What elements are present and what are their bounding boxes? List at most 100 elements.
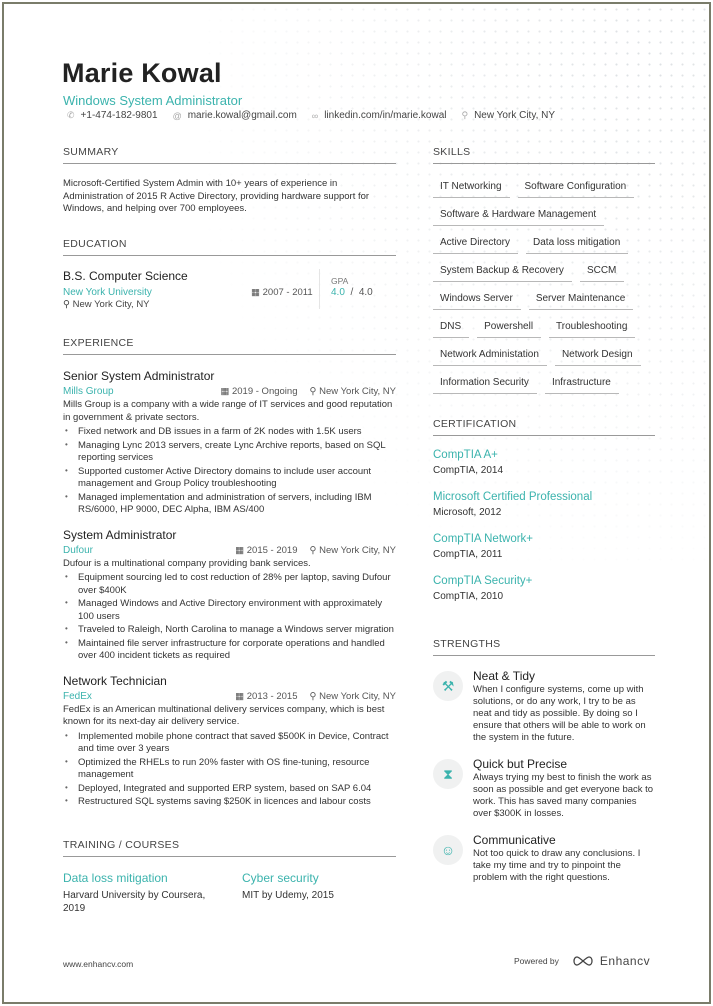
strengths-section: STRENGTHS ⚒ Neat & Tidy When I configure…	[433, 638, 655, 884]
strength-text: Always trying my best to finish the work…	[473, 772, 654, 819]
job-description: FedEx is an American multinational deliv…	[63, 703, 385, 728]
cert-item: CompTIA Security+ CompTIA, 2010	[433, 575, 655, 602]
job-bullets: Implemented mobile phone contract that s…	[63, 730, 396, 809]
contact-phone[interactable]: ✆ +1-474-182-9801	[67, 110, 158, 121]
job-description: Mills Group is a company with a wide ran…	[63, 399, 393, 423]
education-degree: B.S. Computer Science	[63, 269, 188, 283]
link-icon: ∞	[311, 110, 319, 121]
cert-title: Microsoft Certified Professional	[433, 491, 593, 503]
gpa-label: GPA	[331, 276, 349, 286]
cert-subtitle: Microsoft, 2012	[433, 507, 502, 518]
cert-title: CompTIA Network+	[433, 533, 534, 545]
job-bullet: Fixed network and DB issues in a farm of…	[63, 425, 396, 439]
job-location: ⚲ New York City, NY	[309, 545, 396, 556]
summary-heading: SUMMARY	[63, 146, 396, 164]
candidate-title: Windows System Administrator	[63, 93, 243, 108]
brand-logo[interactable]: Enhancv	[571, 954, 650, 968]
phone-text: +1-474-182-9801	[80, 110, 158, 121]
job-bullet: Maintained file server infrastructure fo…	[63, 637, 396, 663]
training-section: TRAINING / COURSES Data loss mitigation …	[63, 839, 396, 915]
contact-location: ⚲ New York City, NY	[461, 110, 555, 121]
calendar-icon: ▦	[220, 386, 232, 397]
education-dates-text: 2007 - 2011	[262, 287, 313, 298]
job-bullet: Implemented mobile phone contract that s…	[63, 730, 396, 756]
skill-tag: Network Design	[554, 347, 641, 366]
training-title: Data loss mitigation	[63, 871, 168, 885]
job-bullet: Managed Windows and Active Directory env…	[63, 597, 396, 623]
job-bullet: Equipment sourcing led to cost reduction…	[63, 571, 396, 597]
experience-section: EXPERIENCE Senior System Administrator M…	[63, 337, 396, 810]
skill-tag: Data loss mitigation	[526, 235, 629, 254]
strength-title: Quick but Precise	[473, 757, 568, 771]
contact-email[interactable]: @ marie.kowal@gmail.com	[173, 110, 297, 121]
phone-icon: ✆	[67, 110, 75, 120]
gpa-separator: /	[350, 287, 354, 298]
location-icon: ⚲	[309, 544, 320, 556]
strength-title: Neat & Tidy	[473, 669, 536, 683]
job-location-text: New York City, NY	[319, 386, 396, 397]
summary-text: Microsoft-Certified System Admin with 10…	[63, 178, 370, 214]
skill-tag: Powershell	[477, 319, 542, 338]
job-location-text: New York City, NY	[319, 544, 396, 556]
job-location: ⚲ New York City, NY	[309, 386, 396, 397]
education-location: ⚲ New York City, NY	[63, 299, 150, 310]
resume-page: Marie Kowal Windows System Administrator…	[2, 2, 711, 1004]
skill-tag: DNS	[433, 319, 470, 338]
job-company: Dufour	[63, 544, 94, 556]
strength-text: When I configure systems, come up with s…	[473, 684, 646, 743]
job-bullet: Supported customer Active Directory doma…	[63, 465, 396, 491]
skill-tag: Information Security	[433, 375, 537, 394]
job-dates: ▦ 2013 - 2015	[235, 691, 297, 702]
job-bullet: Restructured SQL systems saving $250K in…	[63, 795, 396, 809]
cert-subtitle: CompTIA, 2011	[433, 549, 503, 560]
strength-text: Not too quick to draw any conclusions. I…	[473, 848, 641, 883]
job-dates-text: 2013 - 2015	[246, 690, 298, 702]
skills-section: SKILLS IT Networking Software Configurat…	[433, 146, 655, 394]
job-bullet: Traveled to Raleigh, North Carolina to m…	[63, 623, 396, 637]
tools-icon: ⚒	[433, 671, 463, 701]
strengths-heading: STRENGTHS	[433, 638, 655, 656]
certification-section: CERTIFICATION CompTIA A+ CompTIA, 2014 M…	[433, 418, 655, 602]
job-bullet: Managing Lync 2013 servers, create Lync …	[63, 439, 396, 465]
job-bullet: Optimized the RHELs to run 20% faster wi…	[63, 756, 396, 782]
skill-tag: Software & Hardware Management	[433, 207, 605, 226]
cert-subtitle: CompTIA, 2014	[433, 465, 504, 476]
location-text: New York City, NY	[474, 110, 556, 121]
gpa-value: 4.0 / 4.0	[331, 287, 373, 298]
job-company: FedEx	[63, 690, 92, 702]
skill-tag: Active Directory	[433, 235, 519, 254]
speech-icon: ☺	[433, 835, 463, 865]
education-heading: EDUCATION	[63, 238, 396, 256]
job-entry: Network Technician FedEx ▦ 2013 - 2015 ⚲…	[63, 674, 396, 809]
location-icon: ⚲	[309, 386, 320, 397]
training-subtitle: Harvard University by Coursera, 2019	[63, 890, 206, 914]
cert-item: Microsoft Certified Professional Microso…	[433, 491, 655, 518]
education-entry: B.S. Computer Science New York Universit…	[63, 269, 396, 329]
education-section: EDUCATION B.S. Computer Science New York…	[63, 238, 396, 329]
training-item: Cyber security MIT by Udemy, 2015	[242, 871, 334, 915]
job-dates-text: 2019 - Ongoing	[231, 386, 298, 397]
job-bullet: Managed implementation and administratio…	[63, 491, 396, 517]
calendar-icon: ▦	[251, 287, 263, 298]
footer-powered-by: Powered by Enhancv	[514, 954, 650, 968]
gpa-score: 4.0	[331, 287, 345, 298]
gpa-max: 4.0	[358, 287, 373, 298]
education-school: New York University	[63, 287, 152, 298]
job-description: Dufour is a multinational company provid…	[63, 557, 311, 569]
skill-tag: Windows Server	[433, 291, 521, 310]
training-subtitle: MIT by Udemy, 2015	[242, 890, 334, 901]
cert-subtitle: CompTIA, 2010	[433, 591, 504, 602]
job-location: ⚲ New York City, NY	[309, 691, 396, 702]
training-item: Data loss mitigation Harvard University …	[63, 871, 242, 915]
footer-website-link[interactable]: www.enhancv.com	[63, 959, 133, 969]
calendar-icon: ▦	[235, 544, 247, 556]
location-icon: ⚲	[309, 690, 320, 702]
brand-name: Enhancv	[599, 954, 651, 968]
linkedin-text: linkedin.com/in/marie.kowal	[324, 110, 447, 121]
contact-linkedin[interactable]: ∞ linkedin.com/in/marie.kowal	[312, 110, 447, 121]
location-icon: ⚲	[63, 299, 73, 310]
education-location-text: New York City, NY	[72, 299, 150, 310]
candidate-name: Marie Kowal	[62, 58, 222, 88]
job-entry: Senior System Administrator Mills Group …	[63, 369, 396, 517]
summary-section: SUMMARY Microsoft-Certified System Admin…	[63, 146, 396, 216]
